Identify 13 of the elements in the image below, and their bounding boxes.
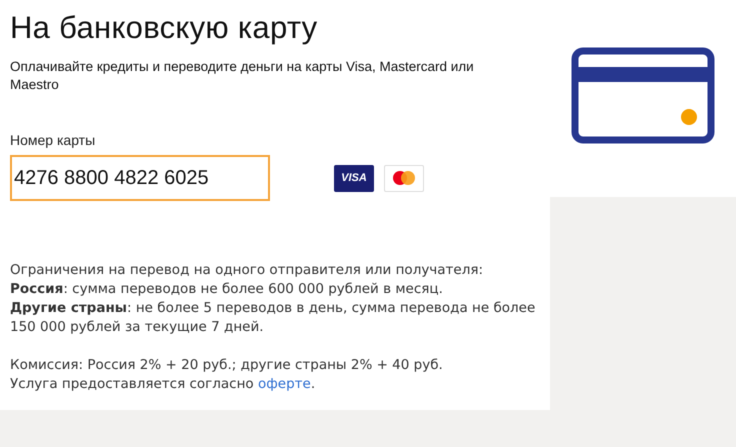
page-title: На банковскую карту	[10, 10, 318, 46]
subtitle: Оплачивайте кредиты и переводите деньги на карты Visa, Mastercard или Maestro	[10, 58, 475, 94]
credit-card-icon	[571, 47, 715, 144]
offer-link[interactable]: оферте	[258, 376, 311, 392]
commission-text: Комиссия: Россия 2% + 20 руб.; другие страны 2% + 40 руб.	[10, 356, 444, 375]
limit-text: Россия: сумма переводов не более 600 000 рублей в месяц.	[10, 280, 444, 299]
limit-text: Ограничения на перевод на одного отправителя или получателя:	[10, 261, 484, 280]
field-label: Номер карты	[10, 132, 96, 148]
limit-text: Другие страны: не более 5 переводов в день, сумма перевода не более 150 000 рублей за текущие 7 дней.	[10, 299, 536, 337]
visa-logo: VISA	[334, 164, 374, 192]
card-number-field[interactable]: 4276 8800 4822 6025	[10, 155, 270, 201]
offer-text: Услуга предоставляется согласно оферте.	[10, 375, 316, 394]
card-logo-icon	[384, 164, 424, 192]
